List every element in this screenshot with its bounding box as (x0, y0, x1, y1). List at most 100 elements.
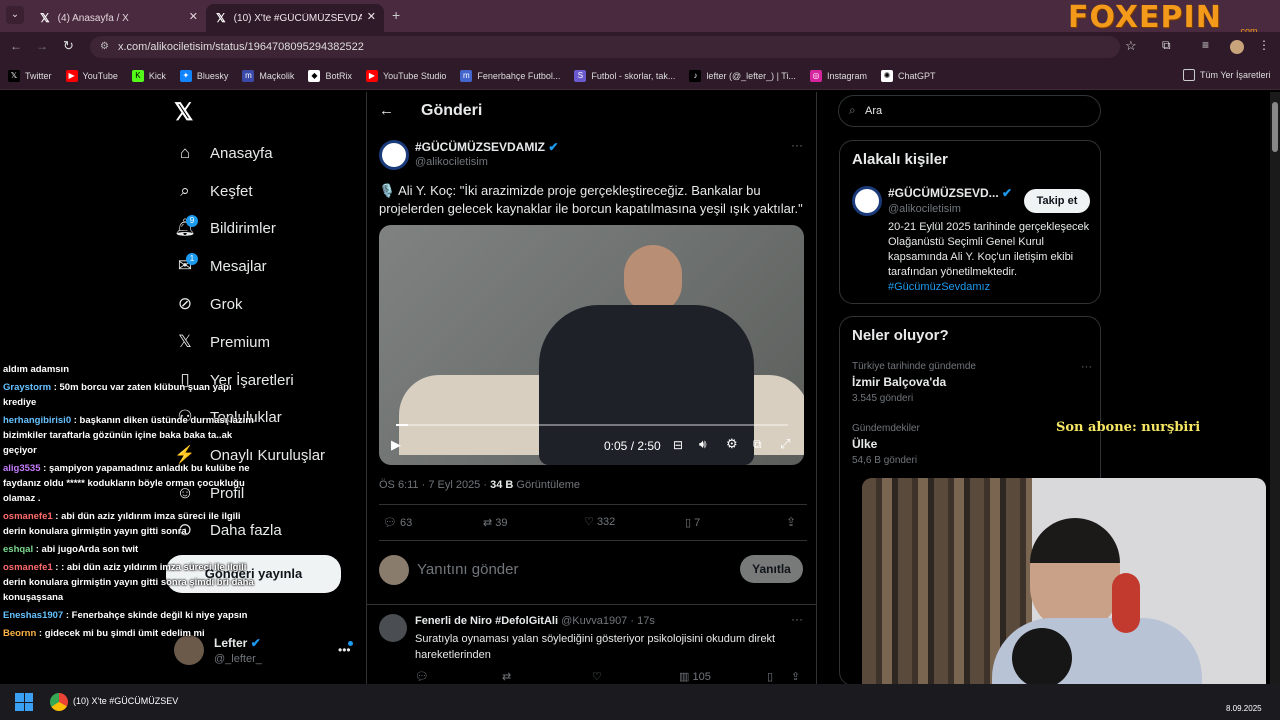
bookmark-action[interactable]: ▯ 7 (685, 516, 700, 529)
search-input[interactable]: ⌕ Ara (838, 95, 1101, 127)
chat-message: osmanefe1 : abi dün aziz yıldırım imza s… (3, 509, 265, 539)
reply-author[interactable]: Fenerli de Niro #DefolGitAli (415, 615, 558, 627)
nav-label: Mesajlar (210, 257, 267, 275)
repost-count: 39 (495, 517, 508, 529)
repost-icon: ⇄ (483, 517, 493, 529)
windows-start-icon[interactable] (15, 693, 33, 711)
scrollbar-thumb[interactable] (1272, 102, 1278, 152)
bookmark-youtube[interactable]: ▶ YouTube (65, 69, 118, 82)
reload-icon[interactable]: ↻ (63, 38, 74, 54)
profile-avatar[interactable] (1230, 40, 1244, 54)
extensions-icon[interactable]: ⧉ (1162, 38, 1171, 53)
author-name-text: #GÜCÜMÜZSEVDAMIZ (415, 140, 546, 154)
video-player[interactable]: ▶ 0:05 / 2:50 ⊟ 🔊︎ ⚙ ⧉ ⤢ (379, 225, 804, 465)
trend-count: 3.545 gönderi (852, 393, 914, 404)
more-icon[interactable]: ··· (791, 138, 803, 152)
reply-repost-icon[interactable]: ⇄ (502, 670, 511, 683)
nav-home[interactable]: ⌂ Anasayfa (174, 142, 273, 164)
video-progress-track[interactable] (396, 424, 788, 426)
forward-icon[interactable]: → (36, 39, 48, 53)
timestamp-text: ÖS 6:11 · 7 Eyl 2025 · (379, 479, 491, 491)
reply-share-icon[interactable]: ⇪ (791, 670, 800, 683)
reply-more-icon[interactable]: ··· (791, 612, 803, 626)
bookmark-futbol[interactable]: S Futbol - skorlar, tak... (574, 69, 675, 82)
menu-icon[interactable]: ⋮ (1258, 38, 1270, 52)
page-scrollbar[interactable] (1270, 92, 1280, 684)
bookmark-fenerbahce[interactable]: m Fenerbahçe Futbol... (460, 69, 560, 82)
share-icon[interactable]: ⇪ (786, 515, 796, 529)
x-home-logo[interactable]: 𝕏 (174, 98, 193, 127)
like-count: 332 (596, 516, 616, 528)
volume-icon[interactable]: 🔊︎ (699, 437, 707, 452)
bookmark-botrix[interactable]: ◆ BotRix (308, 69, 352, 82)
author-name[interactable]: #GÜCÜMÜZSEVDAMIZ ✔ (415, 140, 558, 154)
close-icon[interactable]: ✕ (367, 10, 376, 23)
site-info-icon[interactable]: ⚙ (100, 36, 109, 58)
last-subscriber-label: Son abone: nurşbiri (1056, 420, 1201, 435)
new-tab-button[interactable]: + (392, 7, 400, 23)
url-bar[interactable]: ⚙ x.com/alikociletisim/status/1964708095… (90, 36, 1120, 58)
reply-views[interactable]: ▥ 105 (679, 670, 711, 683)
fullscreen-icon[interactable]: ⤢ (780, 436, 790, 452)
author-avatar[interactable] (379, 140, 409, 170)
tab-home[interactable]: 𝕏 (4) Anasayfa / X ✕ (30, 4, 206, 32)
reply-button[interactable]: Yanıtla (740, 555, 803, 583)
reply-action[interactable]: 💬︎ 63 (383, 516, 412, 529)
person-avatar[interactable] (852, 186, 882, 216)
repost-action[interactable]: ⇄ 39 (483, 516, 508, 529)
chrome-icon[interactable] (50, 693, 68, 711)
reply-heart-icon[interactable]: ♡ (592, 670, 602, 683)
back-arrow-icon[interactable]: ← (379, 102, 394, 119)
like-action[interactable]: ♡ 332 (584, 515, 615, 528)
media-icon[interactable]: ≡ (1202, 38, 1209, 52)
webcam-microphone (1012, 628, 1072, 688)
trend-item[interactable]: Türkiye tarihinde gündemde İzmir Balçova… (852, 361, 1092, 404)
star-icon[interactable]: ☆ (1125, 38, 1137, 54)
chat-text: : şampiyon yapamadınız anladık bu kulübe… (3, 463, 250, 504)
bookmark-youtube-studio[interactable]: ▶ YouTube Studio (365, 69, 446, 82)
author-handle[interactable]: @alikociletisim (415, 156, 488, 168)
dock-icon[interactable]: ⧉ (753, 437, 762, 452)
all-bookmarks[interactable]: Tüm Yer İşaretleri (1183, 69, 1271, 81)
captions-icon[interactable]: ⊟ (673, 438, 683, 452)
play-icon[interactable]: ▶ (391, 437, 401, 453)
reply-reply-icon[interactable]: 💬︎ (415, 670, 429, 683)
bookmark-twitter[interactable]: 𝕏 Twitter (8, 69, 52, 82)
bookmark-bluesky[interactable]: ✦ Bluesky (179, 69, 228, 82)
nav-messages[interactable]: ✉ Mesajlar 1 (174, 253, 267, 277)
tab-list-button[interactable]: ⌄ (6, 6, 24, 24)
back-icon[interactable]: ← (10, 39, 22, 53)
nav-notifications[interactable]: 🔔︎ Bildirimler 9 (174, 215, 276, 239)
bookmark-chatgpt[interactable]: ✺ ChatGPT (880, 69, 935, 82)
person-handle: @alikociletisim (888, 203, 961, 215)
chat-username: osmanefe1 (3, 511, 53, 522)
nav-grok[interactable]: ⊘ Grok (174, 293, 243, 315)
reply-bookmark-icon[interactable]: ▯ (767, 670, 773, 683)
taskbar-window-title[interactable]: (10) X'te #GÜCÜMÜZSEV (73, 696, 178, 706)
chat-username: Graystorm (3, 382, 52, 393)
reply-input[interactable]: Yanıtını gönder (417, 561, 518, 578)
mackolik-icon: m (242, 69, 255, 82)
bookmark-instagram[interactable]: ◎ Instagram (809, 69, 867, 82)
person-name[interactable]: #GÜCÜMÜZSEVD... ✔ (888, 186, 1012, 200)
video-time: 0:05 / 2:50 (604, 439, 661, 453)
nav-explore[interactable]: ⌕ Keşfet (174, 180, 252, 202)
divider (367, 604, 816, 605)
bookmark-mackolik[interactable]: m Maçkolik (242, 69, 294, 82)
chat-text: : Fenerbahçe skinde değil ki niye yapsın (63, 610, 248, 621)
bookmark-kick[interactable]: K Kick (131, 69, 166, 82)
settings-icon[interactable]: ⚙ (726, 436, 738, 452)
follow-button[interactable]: Takip et (1024, 189, 1090, 213)
tab-post[interactable]: 𝕏 (10) X'te #GÜCÜMÜZSEVDAMIZ ✕ (206, 4, 384, 32)
bookmark-tiktok[interactable]: ♪ lefter (@_lefter_) | Ti... (689, 69, 796, 82)
video-speaker-head (624, 245, 682, 313)
chat-text: : gidecek mi bu şimdi ümit edelim mi (36, 628, 205, 639)
close-icon[interactable]: ✕ (189, 10, 198, 23)
reply-icon: 💬︎ (383, 517, 397, 529)
reply-avatar[interactable] (379, 614, 407, 642)
x-logo-icon: 𝕏 (8, 69, 20, 82)
trend-more-icon[interactable]: ··· (1081, 361, 1092, 373)
tiktok-icon: ♪ (689, 69, 702, 82)
bio-hashtag[interactable]: #GücümüzSevdamız (888, 281, 990, 293)
fenerbahce-icon: m (460, 69, 473, 82)
